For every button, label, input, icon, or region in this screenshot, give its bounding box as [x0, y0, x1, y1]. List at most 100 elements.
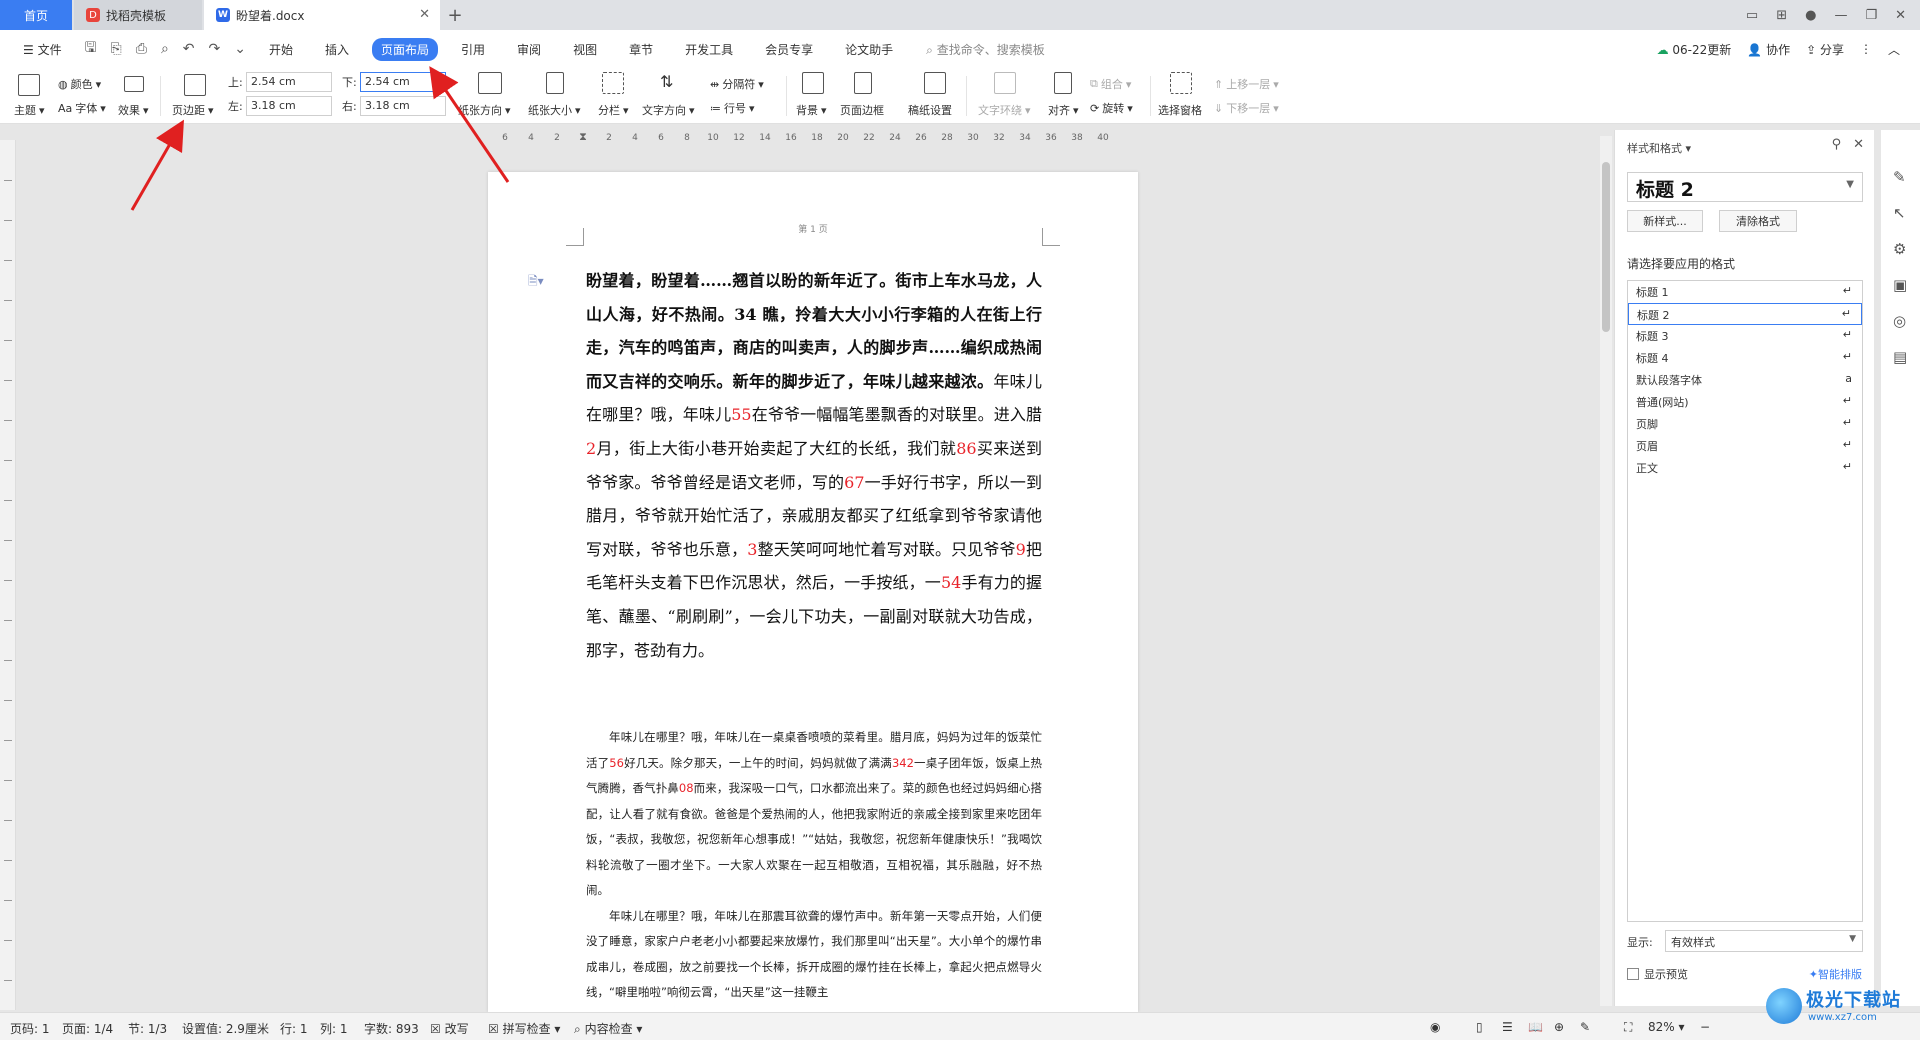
book-icon[interactable]: ▤: [1893, 348, 1907, 366]
tab-template[interactable]: D 找稻壳模板: [74, 0, 202, 30]
draft-paper-button[interactable]: 稿纸设置: [908, 102, 952, 118]
sliders-icon[interactable]: ⚙: [1893, 240, 1906, 258]
update-status[interactable]: ☁ 06-22更新: [1657, 41, 1732, 58]
undo-icon[interactable]: ↶: [183, 41, 195, 57]
background-button[interactable]: 背景 ▾: [796, 102, 827, 118]
tab-references[interactable]: 引用: [452, 38, 494, 61]
right-margin-input[interactable]: 3.18 cm: [360, 96, 446, 116]
align-icon[interactable]: [1054, 72, 1072, 94]
fit-window-icon[interactable]: ⛶: [1624, 1020, 1632, 1035]
tab-review[interactable]: 审阅: [508, 38, 550, 61]
current-style-select[interactable]: 标题 2 ▼: [1627, 172, 1863, 202]
margins-icon[interactable]: [184, 74, 206, 96]
tab-page-layout[interactable]: 页面布局: [372, 37, 439, 61]
orientation-icon[interactable]: [478, 72, 502, 94]
paper-size-button[interactable]: 纸张大小 ▾: [528, 102, 581, 118]
tab-section[interactable]: 章节: [620, 38, 662, 61]
background-icon[interactable]: [802, 72, 824, 94]
share-button[interactable]: ⇪ 分享: [1806, 41, 1844, 58]
apps-grid-icon[interactable]: ⊞: [1776, 8, 1787, 23]
columns-icon[interactable]: [602, 72, 624, 94]
tab-paper-assistant[interactable]: 论文助手: [836, 38, 902, 61]
style-item-body[interactable]: 正文 ↵: [1628, 457, 1862, 479]
breaks-button[interactable]: ⇹ 分隔符 ▾: [710, 76, 764, 92]
line-numbers-button[interactable]: ≔ 行号 ▾: [710, 100, 755, 116]
close-tab-icon[interactable]: ✕: [419, 7, 430, 22]
effect-icon[interactable]: [124, 76, 144, 92]
smart-layout-link[interactable]: ✦智能排版: [1809, 966, 1862, 982]
tab-view[interactable]: 视图: [564, 38, 606, 61]
indent-marker-icon[interactable]: ⧗: [579, 130, 587, 144]
more-icon[interactable]: ⋮: [1860, 42, 1872, 56]
print-icon[interactable]: ⎙: [136, 41, 147, 57]
edit-icon[interactable]: ✎: [1893, 168, 1906, 186]
style-item-heading-4[interactable]: 标题 4 ↵: [1628, 347, 1862, 369]
preview-icon[interactable]: ⌕: [161, 41, 169, 57]
color-button[interactable]: ◍ 颜色 ▾: [58, 76, 101, 92]
page-count[interactable]: 页面: 1/4: [62, 1020, 113, 1037]
section-count[interactable]: 节: 1/3: [128, 1020, 167, 1037]
style-item-heading-3[interactable]: 标题 3 ↵: [1628, 325, 1862, 347]
style-item-normal-web[interactable]: 普通(网站) ↵: [1628, 391, 1862, 413]
theme-icon[interactable]: [18, 74, 40, 96]
layout-icon[interactable]: ▭: [1746, 8, 1758, 23]
style-item-default-font[interactable]: 默认段落字体 a: [1628, 369, 1862, 391]
export-icon[interactable]: ⎘: [111, 41, 122, 57]
page-code[interactable]: 页码: 1: [10, 1020, 50, 1037]
rotate-button[interactable]: ⟳ 旋转 ▾: [1090, 100, 1133, 116]
horizontar-ruler[interactable]: 6 4 2 ⧗ 2 4 6 8 10 12 14 16 18 20 22 24 …: [490, 130, 1130, 148]
row-number[interactable]: 行: 1: [280, 1020, 308, 1037]
column-number[interactable]: 列: 1: [320, 1020, 348, 1037]
margins-button[interactable]: 页边距 ▾: [172, 102, 214, 118]
top-margin-input[interactable]: 2.54 cm: [246, 72, 332, 92]
page-border-icon[interactable]: [854, 72, 872, 94]
show-preview-checkbox[interactable]: 显示预览: [1627, 966, 1688, 982]
overwrite-toggle[interactable]: ☒ 改写: [430, 1020, 469, 1037]
effect-button[interactable]: 效果 ▾: [118, 102, 149, 118]
pin-icon[interactable]: ⚲: [1832, 137, 1842, 152]
align-button[interactable]: 对齐 ▾: [1048, 102, 1079, 118]
tab-insert[interactable]: 插入: [316, 38, 358, 61]
orientation-button[interactable]: 纸张方向 ▾: [458, 102, 511, 118]
close-window-icon[interactable]: ✕: [1895, 8, 1906, 23]
tab-developer[interactable]: 开发工具: [676, 38, 742, 61]
bottom-margin-input[interactable]: 2.54 cm: [360, 72, 446, 92]
zoom-out-icon[interactable]: −: [1700, 1020, 1710, 1034]
vertical-ruler[interactable]: [0, 140, 16, 1010]
selection-pane-icon[interactable]: [1170, 72, 1192, 94]
left-margin-input[interactable]: 3.18 cm: [246, 96, 332, 116]
chevron-down-icon[interactable]: ⌄: [234, 41, 246, 57]
draft-paper-icon[interactable]: [924, 72, 946, 94]
paragraph-handle-icon[interactable]: 🗎▾: [528, 272, 544, 293]
restore-icon[interactable]: ❐: [1865, 8, 1877, 23]
scrollbar-thumb[interactable]: [1602, 162, 1610, 332]
tab-home[interactable]: 首页: [0, 0, 72, 30]
tab-member[interactable]: 会员专享: [756, 38, 822, 61]
word-count[interactable]: 字数: 893: [364, 1020, 419, 1037]
redo-icon[interactable]: ↷: [209, 41, 221, 57]
font-button[interactable]: Aa 字体 ▾: [58, 100, 106, 116]
text-direction-icon[interactable]: ⇅: [660, 72, 673, 91]
setting-value[interactable]: 设置值: 2.9厘米: [182, 1020, 269, 1037]
new-tab-button[interactable]: +: [440, 0, 470, 30]
outline-view-icon[interactable]: ☰: [1502, 1020, 1513, 1034]
styles-pane-title[interactable]: 样式和格式 ▾: [1627, 140, 1691, 156]
columns-button[interactable]: 分栏 ▾: [598, 102, 629, 118]
reading-view-icon[interactable]: 📖: [1528, 1020, 1543, 1034]
show-filter-select[interactable]: 有效样式 ▼: [1665, 930, 1863, 952]
style-item-footer[interactable]: 页脚 ↵: [1628, 413, 1862, 435]
tab-document[interactable]: W 盼望着.docx ✕: [204, 0, 440, 30]
close-pane-icon[interactable]: ✕: [1853, 137, 1864, 152]
image-icon[interactable]: ▣: [1893, 276, 1907, 294]
command-search[interactable]: ⌕ 查找命令、搜索模板: [926, 41, 1045, 58]
save-icon[interactable]: 🖫: [85, 37, 97, 61]
minimize-icon[interactable]: —: [1834, 8, 1847, 23]
avatar[interactable]: ●: [1805, 8, 1816, 23]
collapse-ribbon-icon[interactable]: ︿: [1888, 41, 1900, 58]
web-view-icon[interactable]: ⊕: [1554, 1020, 1564, 1034]
style-item-heading-2[interactable]: 标题 2 ↵: [1628, 303, 1862, 325]
theme-button[interactable]: 主题 ▾: [14, 102, 45, 118]
page-view-icon[interactable]: ▯: [1476, 1020, 1483, 1034]
file-menu[interactable]: ☰ 文件: [14, 38, 71, 61]
zoom-level[interactable]: 82% ▾: [1648, 1020, 1685, 1034]
